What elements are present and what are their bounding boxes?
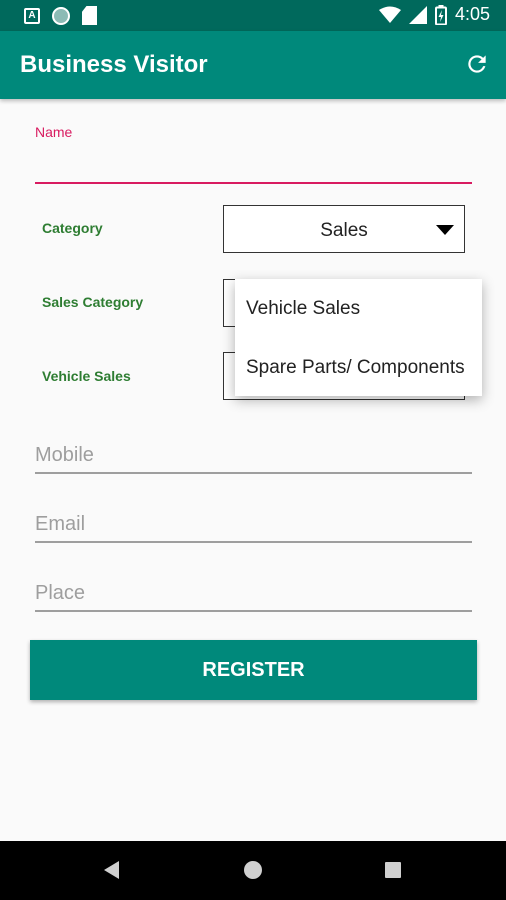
- mobile-underline: [35, 472, 472, 474]
- system-nav-bar: [0, 841, 506, 900]
- name-label: Name: [35, 124, 73, 140]
- app-title: Business Visitor: [20, 51, 208, 78]
- name-input[interactable]: [35, 146, 472, 182]
- category-value: Sales: [320, 220, 368, 241]
- mobile-input[interactable]: [35, 438, 472, 472]
- wifi-icon: [378, 6, 401, 23]
- home-icon[interactable]: [244, 861, 262, 879]
- status-left-icons: A: [24, 6, 97, 25]
- place-field: [35, 576, 472, 612]
- sd-card-icon: [82, 6, 97, 25]
- category-label: Category: [42, 220, 103, 236]
- email-input[interactable]: [35, 507, 472, 541]
- dropdown-item-spare-parts[interactable]: Spare Parts/ Components: [235, 338, 482, 397]
- vehicle-sales-label: Vehicle Sales: [42, 368, 131, 384]
- app-bar: Business Visitor: [0, 31, 506, 99]
- email-field: [35, 507, 472, 543]
- category-spinner[interactable]: Sales: [223, 205, 465, 253]
- signal-icon: [408, 5, 427, 24]
- back-icon[interactable]: [104, 861, 119, 879]
- place-underline: [35, 610, 472, 612]
- status-time: 4:05: [454, 4, 490, 24]
- place-input[interactable]: [35, 576, 472, 610]
- email-underline: [35, 541, 472, 543]
- circle-icon: [52, 6, 70, 25]
- battery-icon: [434, 4, 447, 25]
- a-badge-icon: A: [24, 7, 40, 24]
- name-underline: [35, 182, 472, 184]
- dropdown-item-vehicle-sales[interactable]: Vehicle Sales: [235, 279, 482, 338]
- recents-icon[interactable]: [385, 862, 401, 878]
- register-button[interactable]: REGISTER: [30, 640, 477, 700]
- refresh-icon[interactable]: [464, 51, 490, 77]
- sales-category-dropdown: Vehicle Sales Spare Parts/ Components: [235, 279, 482, 396]
- mobile-field: [35, 438, 472, 474]
- status-right-icons: 4:05: [378, 4, 490, 25]
- status-bar: A 4:05: [0, 0, 506, 31]
- sales-category-label: Sales Category: [42, 294, 144, 310]
- dropdown-arrow-icon: [436, 225, 454, 235]
